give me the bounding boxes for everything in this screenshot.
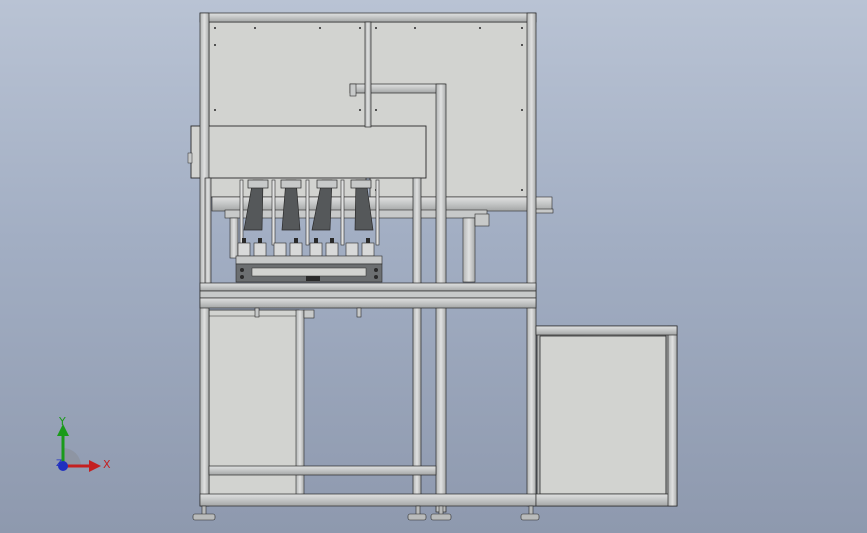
y-axis-label: Y <box>59 415 66 428</box>
cylinder-assembly <box>235 179 383 283</box>
side-cabinet <box>536 325 678 507</box>
head-cover <box>187 125 427 179</box>
machine-model[interactable] <box>0 0 867 533</box>
axis-triad[interactable] <box>45 410 125 490</box>
z-axis-label: Z <box>56 459 63 469</box>
x-axis-label: X <box>103 458 111 471</box>
cad-viewport[interactable]: Y X Z <box>0 0 867 533</box>
leveling-feet <box>192 505 540 521</box>
